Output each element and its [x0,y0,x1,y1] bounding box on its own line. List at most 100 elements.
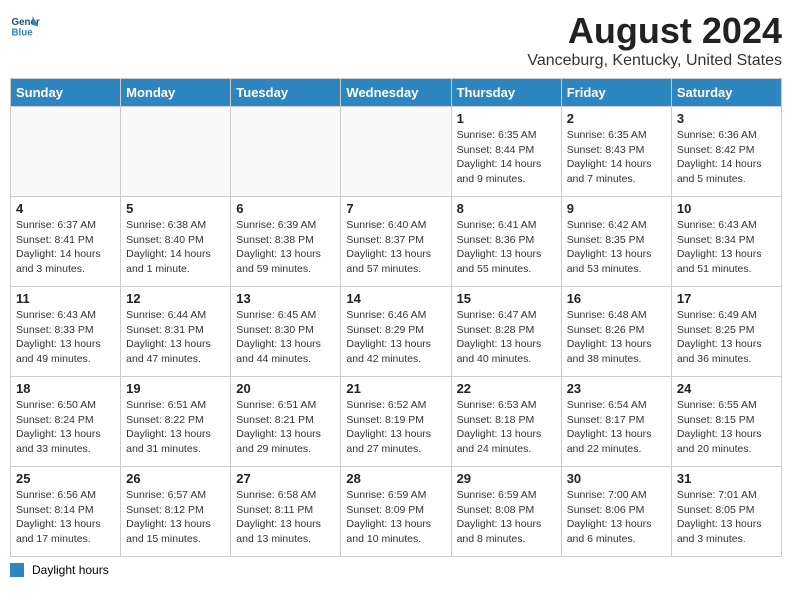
calendar-cell: 22 Sunrise: 6:53 AM Sunset: 8:18 PM Dayli… [451,377,561,467]
calendar-week-3: 11 Sunrise: 6:43 AM Sunset: 8:33 PM Dayli… [11,287,782,377]
day-info: Sunrise: 6:50 AM Sunset: 8:24 PM Dayligh… [16,398,115,457]
calendar-cell [231,107,341,197]
day-info: Sunrise: 6:59 AM Sunset: 8:09 PM Dayligh… [346,488,445,547]
calendar-week-1: 1 Sunrise: 6:35 AM Sunset: 8:44 PM Daylig… [11,107,782,197]
day-info: Sunrise: 6:51 AM Sunset: 8:22 PM Dayligh… [126,398,225,457]
day-info: Sunrise: 6:40 AM Sunset: 8:37 PM Dayligh… [346,218,445,277]
day-number: 21 [346,381,445,396]
day-number: 22 [457,381,556,396]
day-info: Sunrise: 6:54 AM Sunset: 8:17 PM Dayligh… [567,398,666,457]
day-number: 14 [346,291,445,306]
day-number: 23 [567,381,666,396]
day-number: 2 [567,111,666,126]
month-title: August 2024 [527,10,782,52]
calendar-cell: 17Sunrise: 6:49 AM Sunset: 8:25 PM Dayli… [671,287,781,377]
calendar-cell: 11 Sunrise: 6:43 AM Sunset: 8:33 PM Dayli… [11,287,121,377]
day-number: 28 [346,471,445,486]
day-info: Sunrise: 6:55 AM Sunset: 8:15 PM Dayligh… [677,398,776,457]
day-number: 30 [567,471,666,486]
calendar-week-4: 18 Sunrise: 6:50 AM Sunset: 8:24 PM Dayli… [11,377,782,467]
day-number: 24 [677,381,776,396]
day-info: Sunrise: 6:36 AM Sunset: 8:42 PM Dayligh… [677,128,776,187]
calendar-cell: 1 Sunrise: 6:35 AM Sunset: 8:44 PM Daylig… [451,107,561,197]
calendar-cell: 19 Sunrise: 6:51 AM Sunset: 8:22 PM Dayli… [121,377,231,467]
day-info: Sunrise: 6:53 AM Sunset: 8:18 PM Dayligh… [457,398,556,457]
day-header-saturday: Saturday [671,79,781,107]
day-number: 6 [236,201,335,216]
title-block: August 2024 Vanceburg, Kentucky, United … [527,10,782,70]
day-header-thursday: Thursday [451,79,561,107]
calendar-cell: 26Sunrise: 6:57 AM Sunset: 8:12 PM Dayli… [121,467,231,557]
day-info: Sunrise: 6:49 AM Sunset: 8:25 PM Dayligh… [677,308,776,367]
calendar-cell: 8 Sunrise: 6:41 AM Sunset: 8:36 PM Daylig… [451,197,561,287]
day-number: 27 [236,471,335,486]
footer: Daylight hours [10,563,782,577]
day-info: Sunrise: 6:43 AM Sunset: 8:34 PM Dayligh… [677,218,776,277]
day-header-sunday: Sunday [11,79,121,107]
day-info: Sunrise: 6:59 AM Sunset: 8:08 PM Dayligh… [457,488,556,547]
calendar-cell [341,107,451,197]
day-info: Sunrise: 6:46 AM Sunset: 8:29 PM Dayligh… [346,308,445,367]
logo-icon: General Blue [10,10,40,40]
day-number: 11 [16,291,115,306]
day-number: 1 [457,111,556,126]
day-number: 29 [457,471,556,486]
day-info: Sunrise: 6:39 AM Sunset: 8:38 PM Dayligh… [236,218,335,277]
calendar-cell: 31Sunrise: 7:01 AM Sunset: 8:05 PM Dayli… [671,467,781,557]
logo: General Blue [10,10,40,40]
calendar-cell: 5Sunrise: 6:38 AM Sunset: 8:40 PM Daylig… [121,197,231,287]
calendar-cell: 15Sunrise: 6:47 AM Sunset: 8:28 PM Dayli… [451,287,561,377]
day-number: 8 [457,201,556,216]
calendar-table: SundayMondayTuesdayWednesdayThursdayFrid… [10,78,782,557]
day-info: Sunrise: 6:43 AM Sunset: 8:33 PM Dayligh… [16,308,115,367]
day-info: Sunrise: 7:01 AM Sunset: 8:05 PM Dayligh… [677,488,776,547]
day-info: Sunrise: 6:35 AM Sunset: 8:44 PM Dayligh… [457,128,556,187]
day-info: Sunrise: 6:37 AM Sunset: 8:41 PM Dayligh… [16,218,115,277]
day-info: Sunrise: 6:58 AM Sunset: 8:11 PM Dayligh… [236,488,335,547]
calendar-cell: 2 Sunrise: 6:35 AM Sunset: 8:43 PM Daylig… [561,107,671,197]
day-number: 4 [16,201,115,216]
day-number: 3 [677,111,776,126]
day-info: Sunrise: 6:45 AM Sunset: 8:30 PM Dayligh… [236,308,335,367]
day-number: 19 [126,381,225,396]
calendar-cell: 14 Sunrise: 6:46 AM Sunset: 8:29 PM Dayli… [341,287,451,377]
day-info: Sunrise: 6:35 AM Sunset: 8:43 PM Dayligh… [567,128,666,187]
day-number: 18 [16,381,115,396]
day-header-monday: Monday [121,79,231,107]
calendar-cell: 27 Sunrise: 6:58 AM Sunset: 8:11 PM Dayli… [231,467,341,557]
calendar-cell: 3 Sunrise: 6:36 AM Sunset: 8:42 PM Daylig… [671,107,781,197]
day-number: 5 [126,201,225,216]
day-info: Sunrise: 6:52 AM Sunset: 8:19 PM Dayligh… [346,398,445,457]
calendar-cell: 25Sunrise: 6:56 AM Sunset: 8:14 PM Dayli… [11,467,121,557]
calendar-cell: 6 Sunrise: 6:39 AM Sunset: 8:38 PM Daylig… [231,197,341,287]
calendar-cell: 24 Sunrise: 6:55 AM Sunset: 8:15 PM Dayli… [671,377,781,467]
day-number: 7 [346,201,445,216]
day-header-friday: Friday [561,79,671,107]
legend-box [10,563,24,577]
calendar-cell: 29 Sunrise: 6:59 AM Sunset: 8:08 PM Dayli… [451,467,561,557]
day-info: Sunrise: 6:56 AM Sunset: 8:14 PM Dayligh… [16,488,115,547]
day-info: Sunrise: 6:48 AM Sunset: 8:26 PM Dayligh… [567,308,666,367]
calendar-cell: 30 Sunrise: 7:00 AM Sunset: 8:06 PM Dayli… [561,467,671,557]
legend-label: Daylight hours [32,563,109,577]
day-number: 15 [457,291,556,306]
day-header-wednesday: Wednesday [341,79,451,107]
calendar-cell: 4 Sunrise: 6:37 AM Sunset: 8:41 PM Daylig… [11,197,121,287]
page-header: General Blue August 2024 Vanceburg, Kent… [10,10,782,70]
day-header-tuesday: Tuesday [231,79,341,107]
day-info: Sunrise: 6:41 AM Sunset: 8:36 PM Dayligh… [457,218,556,277]
day-info: Sunrise: 6:42 AM Sunset: 8:35 PM Dayligh… [567,218,666,277]
svg-text:Blue: Blue [12,28,34,39]
day-number: 13 [236,291,335,306]
calendar-cell: 21 Sunrise: 6:52 AM Sunset: 8:19 PM Dayli… [341,377,451,467]
calendar-cell: 10Sunrise: 6:43 AM Sunset: 8:34 PM Dayli… [671,197,781,287]
calendar-header-row: SundayMondayTuesdayWednesdayThursdayFrid… [11,79,782,107]
calendar-cell [11,107,121,197]
calendar-cell: 20Sunrise: 6:51 AM Sunset: 8:21 PM Dayli… [231,377,341,467]
day-info: Sunrise: 6:51 AM Sunset: 8:21 PM Dayligh… [236,398,335,457]
calendar-week-2: 4 Sunrise: 6:37 AM Sunset: 8:41 PM Daylig… [11,197,782,287]
calendar-cell: 13 Sunrise: 6:45 AM Sunset: 8:30 PM Dayli… [231,287,341,377]
day-info: Sunrise: 7:00 AM Sunset: 8:06 PM Dayligh… [567,488,666,547]
day-number: 26 [126,471,225,486]
calendar-cell: 9Sunrise: 6:42 AM Sunset: 8:35 PM Daylig… [561,197,671,287]
